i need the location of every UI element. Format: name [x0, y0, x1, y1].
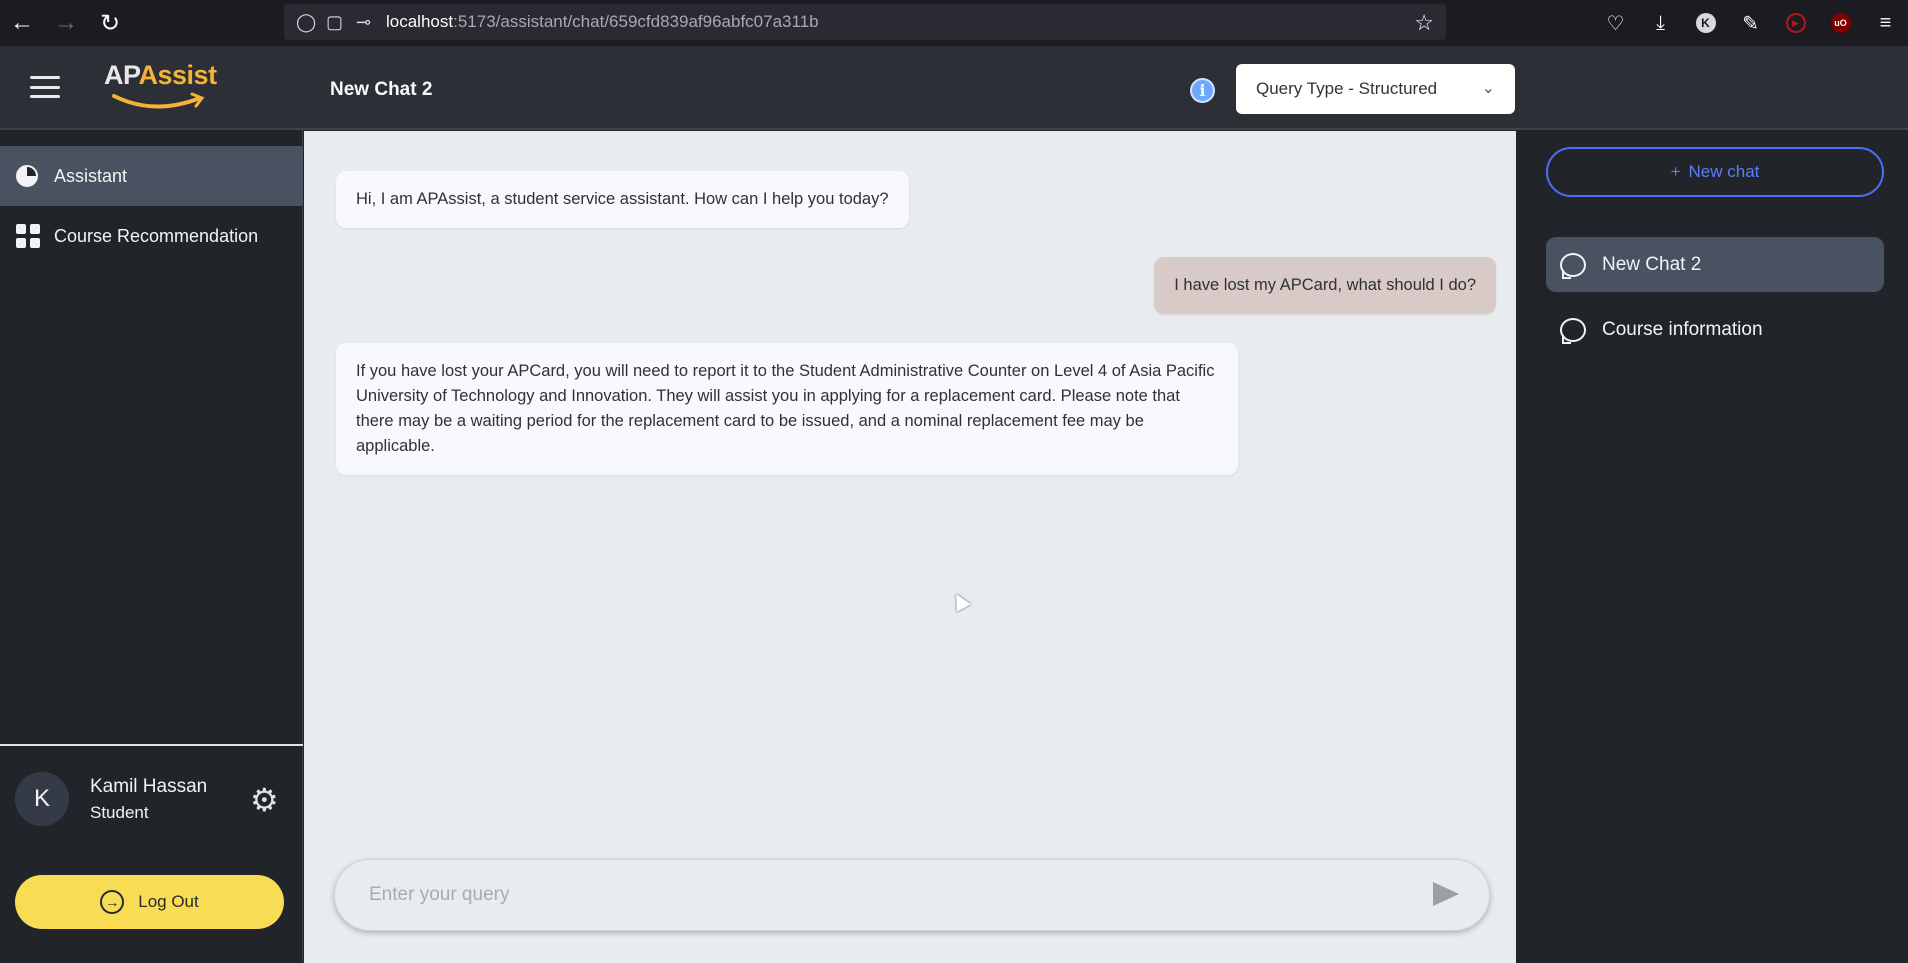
query-input[interactable]	[369, 884, 1369, 906]
sidebar-item-course-recommendation[interactable]: Course Recommendation	[0, 206, 303, 266]
url-path: :5173/assistant/chat/659cfd839af96abfc07…	[453, 12, 819, 31]
address-bar[interactable]: ◯ ▢ ⊸ localhost:5173/assistant/chat/659c…	[284, 4, 1446, 40]
chat-history-label: New Chat 2	[1602, 253, 1702, 275]
shield-icon: ◯	[296, 11, 317, 32]
hamburger-menu-icon[interactable]	[30, 76, 60, 98]
new-chat-label: New chat	[1688, 162, 1760, 181]
query-type-value: Query Type - Structured	[1256, 79, 1438, 98]
user-role: Student	[90, 803, 149, 822]
apassist-logo: APAssist	[104, 60, 218, 116]
logo-swoosh-icon	[112, 92, 205, 109]
bot-message: Hi, I am APAssist, a student service ass…	[336, 171, 909, 228]
new-chat-button[interactable]: + New chat	[1546, 147, 1884, 197]
logout-button[interactable]: → Log Out	[15, 875, 284, 929]
bookmark-star-icon[interactable]: ☆	[1414, 10, 1434, 36]
extensions-icon[interactable]: ✎	[1728, 0, 1773, 46]
query-type-select[interactable]: Query Type - Structured ⌄	[1236, 64, 1515, 114]
forward-icon[interactable]: →	[44, 0, 88, 46]
key-icon: ⊸	[356, 11, 372, 32]
sidebar-item-label: Course Recommendation	[54, 225, 259, 246]
settings-gear-icon[interactable]: ⚙	[250, 784, 279, 816]
url-host: localhost	[386, 12, 454, 31]
user-message: I have lost my APCard, what should I do?	[1154, 257, 1496, 314]
browser-extensions: ♡ ⤓ K ✎ ▶ uO ≡	[1593, 0, 1908, 46]
chat-history-item[interactable]: Course information	[1546, 302, 1884, 357]
mouse-cursor-icon	[949, 590, 971, 612]
query-input-container	[334, 859, 1490, 931]
logo-ap: AP	[104, 60, 139, 90]
app-header: APAssist New Chat 2 i Query Type - Struc…	[0, 46, 1908, 130]
browser-toolbar: ← → ↻ ◯ ▢ ⊸ localhost:5173/assistant/cha…	[0, 0, 1908, 46]
sidebar: Assistant Course Recommendation K Kamil …	[0, 130, 303, 963]
page-icon: ▢	[326, 11, 344, 32]
ublock-badge: uO	[1830, 13, 1851, 33]
menu-icon[interactable]: ≡	[1863, 0, 1908, 46]
send-icon[interactable]	[1433, 882, 1459, 906]
back-icon[interactable]: ←	[0, 0, 44, 46]
ublock-icon[interactable]: uO	[1818, 0, 1863, 46]
record-icon: ▶	[1785, 13, 1806, 33]
bot-message: If you have lost your APCard, you will n…	[336, 343, 1238, 475]
avatar: K	[15, 772, 69, 826]
pocket-icon[interactable]: ♡	[1593, 0, 1638, 46]
chat-history-item[interactable]: New Chat 2	[1546, 237, 1884, 292]
chat-history-panel: + New chat New Chat 2 Course information	[1516, 131, 1908, 963]
chat-area: Hi, I am APAssist, a student service ass…	[304, 131, 1516, 963]
sidebar-item-assistant[interactable]: Assistant	[0, 146, 303, 206]
account-k-icon[interactable]: K	[1683, 0, 1728, 46]
logo-assist: Assist	[138, 60, 218, 90]
sidebar-item-label: Assistant	[54, 165, 128, 186]
recorder-icon[interactable]: ▶	[1773, 0, 1818, 46]
grid-icon	[16, 224, 54, 248]
chat-bubble-icon	[1560, 317, 1586, 344]
user-name: Kamil Hassan	[90, 776, 208, 797]
pie-chart-icon	[16, 165, 54, 187]
logout-icon: →	[100, 890, 125, 914]
chat-history-label: Course information	[1602, 318, 1763, 340]
plus-icon: +	[1670, 162, 1681, 181]
download-icon[interactable]: ⤓	[1638, 0, 1683, 46]
info-icon[interactable]: i	[1190, 78, 1215, 103]
reload-icon[interactable]: ↻	[88, 0, 132, 46]
account-k-badge: K	[1695, 13, 1716, 33]
sidebar-divider	[0, 744, 303, 746]
page-title: New Chat 2	[330, 79, 433, 100]
chat-bubble-icon	[1560, 252, 1586, 279]
logout-label: Log Out	[138, 892, 199, 911]
chevron-down-icon: ⌄	[1481, 80, 1495, 97]
